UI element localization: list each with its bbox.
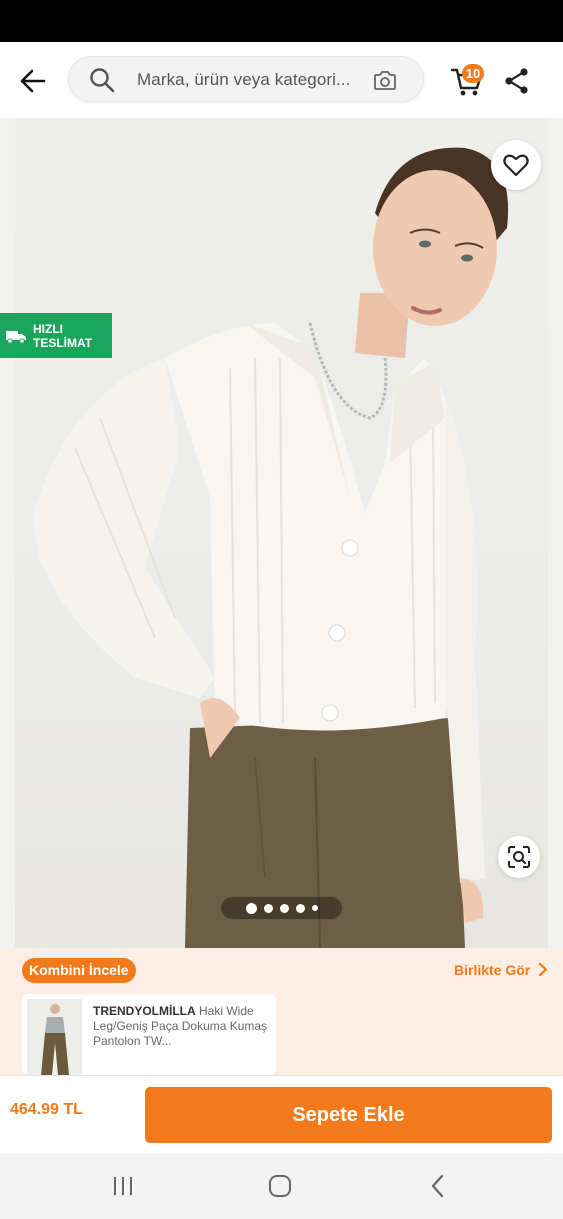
home-button[interactable] [265, 1171, 295, 1201]
pagination-dot[interactable] [279, 903, 289, 913]
nav-back-button[interactable] [423, 1171, 453, 1201]
search-input[interactable]: Marka, ürün veya kategori... [68, 56, 424, 102]
fast-delivery-line2: TESLİMAT [33, 335, 93, 350]
pagination-dot[interactable] [295, 903, 305, 913]
product-price: 464.99 TL [10, 1101, 83, 1118]
image-pagination [221, 897, 342, 919]
heart-icon [503, 154, 529, 177]
fast-delivery-badge: HIZLI TESLİMAT [0, 313, 112, 358]
pagination-dot[interactable] [245, 902, 257, 914]
search-placeholder: Marka, ürün veya kategori... [137, 70, 351, 89]
recents-button[interactable] [108, 1171, 138, 1201]
camera-search-icon[interactable] [373, 69, 397, 91]
add-to-cart-button[interactable]: Sepete Ekle [145, 1087, 552, 1143]
combo-product-thumbnail [27, 999, 82, 1075]
combo-product-card[interactable]: TRENDYOLMİLLA Haki Wide Leg/Geniş Paça D… [22, 994, 276, 1075]
visual-search-button[interactable] [498, 836, 540, 878]
arrow-left-icon [20, 69, 46, 93]
share-icon[interactable] [502, 66, 532, 96]
search-icon [90, 68, 115, 93]
visual-search-icon [508, 846, 530, 868]
see-together-label: Birlikte Gör [454, 962, 531, 978]
pagination-dot[interactable] [311, 905, 318, 911]
pagination-dot[interactable] [263, 903, 273, 913]
truck-icon [6, 330, 26, 344]
product-photo[interactable] [15, 118, 548, 948]
model-illustration [34, 147, 509, 948]
back-button[interactable] [14, 62, 52, 100]
recents-icon [114, 1177, 132, 1195]
fast-delivery-line1: HIZLI [33, 321, 63, 336]
home-icon [269, 1175, 291, 1197]
bottom-bar: 464.99 TL Sepete Ekle [0, 1075, 563, 1153]
favorite-button[interactable] [491, 140, 541, 190]
product-gallery[interactable]: HIZLI TESLİMAT [0, 118, 563, 948]
system-nav-bar [0, 1153, 563, 1219]
see-together-link[interactable]: Birlikte Gör [454, 962, 548, 978]
combo-product-brand: TRENDYOLMİLLA [93, 1004, 196, 1018]
combo-chip: Kombini İncele [22, 958, 136, 983]
combo-product-text: TRENDYOLMİLLA Haki Wide Leg/Geniş Paça D… [93, 1004, 269, 1049]
cart-count-badge: 10 [462, 64, 484, 83]
nav-back-icon [431, 1174, 444, 1198]
top-bar: Marka, ürün veya kategori... 10 [0, 42, 563, 118]
combo-section: Kombini İncele Birlikte Gör TRENDYOLMİLL… [0, 948, 563, 1075]
chevron-right-icon [539, 962, 548, 977]
status-bar [0, 0, 563, 42]
